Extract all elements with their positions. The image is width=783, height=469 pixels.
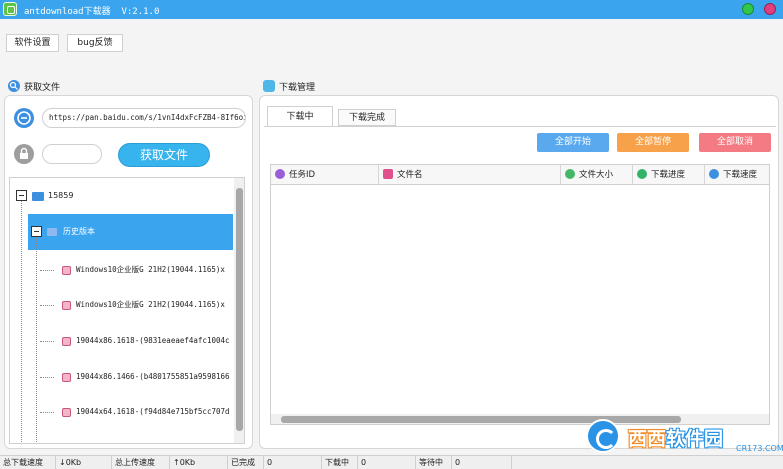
tree-file-node[interactable]: 19044x86.1466-(b4801755851a9598166	[10, 368, 230, 386]
tree-file-node[interactable]: Windows10企业版G 21H2(19044.1165)x	[10, 296, 230, 314]
pause-all-button[interactable]: 全部暂停	[617, 133, 689, 152]
column-file-name[interactable]: 文件名	[379, 165, 561, 185]
fetch-files-group-title: 获取文件	[24, 83, 61, 93]
download-manager-group-title: 下载管理	[279, 83, 316, 93]
minimize-button[interactable]	[742, 3, 754, 15]
tree-folder-label: 历史版本	[63, 227, 95, 236]
column-speed[interactable]: 下载速度	[705, 165, 769, 185]
tree-file-node[interactable]: 19044x86.1618-(9831eaeaef4afc1004c	[10, 332, 230, 350]
tree-file-node[interactable]: Windows10企业版G 21H2(19044.1165)x	[10, 261, 230, 279]
close-button[interactable]	[764, 3, 776, 15]
total-upload-value: ↑0Kb	[170, 456, 228, 469]
app-logo-icon	[3, 2, 17, 16]
status-bar: 总下载速度 ↓0Kb 总上传速度 ↑0Kb 已完成 0 下载中 0 等待中 0	[0, 455, 783, 469]
completed-label: 已完成	[228, 456, 264, 469]
file-icon	[62, 301, 71, 310]
tree-file-label: Windows10企业版G 21H2(19044.1165)x	[76, 265, 225, 274]
scrollbar-thumb[interactable]	[236, 188, 243, 431]
share-url-input[interactable]: https://pan.baidu.com/s/1vnI4dxFcFZB4-8I…	[42, 108, 246, 128]
watermark-logo-icon	[586, 419, 620, 453]
collapse-icon[interactable]	[31, 226, 42, 237]
file-name-icon	[383, 168, 393, 179]
progress-icon	[637, 168, 647, 179]
tree-folder-node[interactable]: 历史版本	[10, 223, 230, 241]
file-tree: 15859 历史版本 Windows10企业版G 21H2(19044.1165…	[9, 177, 245, 444]
bug-feedback-button[interactable]: bug反馈	[67, 34, 123, 52]
total-download-label: 总下载速度	[0, 456, 56, 469]
table-header: 任务ID 文件名 文件大小 下载进度 下载速度	[271, 165, 769, 185]
total-download-value: ↓0Kb	[56, 456, 112, 469]
column-progress[interactable]: 下载进度	[633, 165, 705, 185]
tree-file-label: 19044x64.1618-(f94d84e715bf5cc707d	[76, 407, 230, 416]
file-icon	[62, 408, 71, 417]
file-icon	[62, 373, 71, 382]
file-size-icon	[565, 168, 575, 179]
column-task-id[interactable]: 任务ID	[271, 165, 379, 185]
search-icon	[8, 80, 20, 92]
download-table: 任务ID 文件名 文件大小 下载进度 下载速度	[270, 164, 770, 425]
link-icon	[14, 108, 34, 128]
tree-file-label: 19044x86.1618-(9831eaeaef4afc1004c	[76, 336, 230, 345]
waiting-value: 0	[452, 456, 512, 469]
lock-icon	[14, 144, 34, 164]
downloading-value: 0	[358, 456, 416, 469]
tree-root-node[interactable]: 15859	[10, 187, 230, 205]
waiting-label: 等待中	[416, 456, 452, 469]
completed-value: 0	[264, 456, 322, 469]
folder-icon	[47, 228, 57, 236]
tab-downloading[interactable]: 下载中	[267, 106, 333, 126]
file-icon	[62, 266, 71, 275]
column-file-size[interactable]: 文件大小	[561, 165, 633, 185]
download-manager-icon	[263, 80, 275, 92]
downloading-label: 下载中	[322, 456, 358, 469]
tab-completed[interactable]: 下载完成	[338, 109, 396, 126]
watermark-domain: CR173.COM	[736, 444, 783, 453]
tree-file-label: Windows10企业版G 21H2(19044.1165)x	[76, 300, 225, 309]
total-upload-label: 总上传速度	[112, 456, 170, 469]
settings-button[interactable]: 软件设置	[6, 34, 59, 52]
file-icon	[62, 337, 71, 346]
tab-divider	[264, 126, 776, 127]
cancel-all-button[interactable]: 全部取消	[699, 133, 771, 152]
speed-icon	[709, 168, 719, 179]
start-all-button[interactable]: 全部开始	[537, 133, 609, 152]
get-files-button[interactable]: 获取文件	[118, 143, 210, 167]
drive-icon	[32, 192, 44, 201]
tree-root-label: 15859	[48, 191, 74, 200]
extract-code-input[interactable]	[42, 144, 102, 164]
title-bar: antdownload下载器 V:2.1.0	[0, 0, 783, 19]
window-title: antdownload下载器 V:2.1.0	[24, 7, 160, 17]
watermark-text: 西西软件园	[628, 428, 724, 450]
site-watermark: 西西软件园 CR173.COM	[586, 419, 783, 455]
tree-vertical-scrollbar[interactable]	[234, 178, 244, 443]
collapse-icon[interactable]	[16, 190, 27, 201]
tree-file-node[interactable]: 19044x64.1618-(f94d84e715bf5cc707d	[10, 403, 230, 421]
task-id-icon	[275, 168, 285, 179]
tree-file-label: 19044x86.1466-(b4801755851a9598166	[76, 372, 230, 381]
